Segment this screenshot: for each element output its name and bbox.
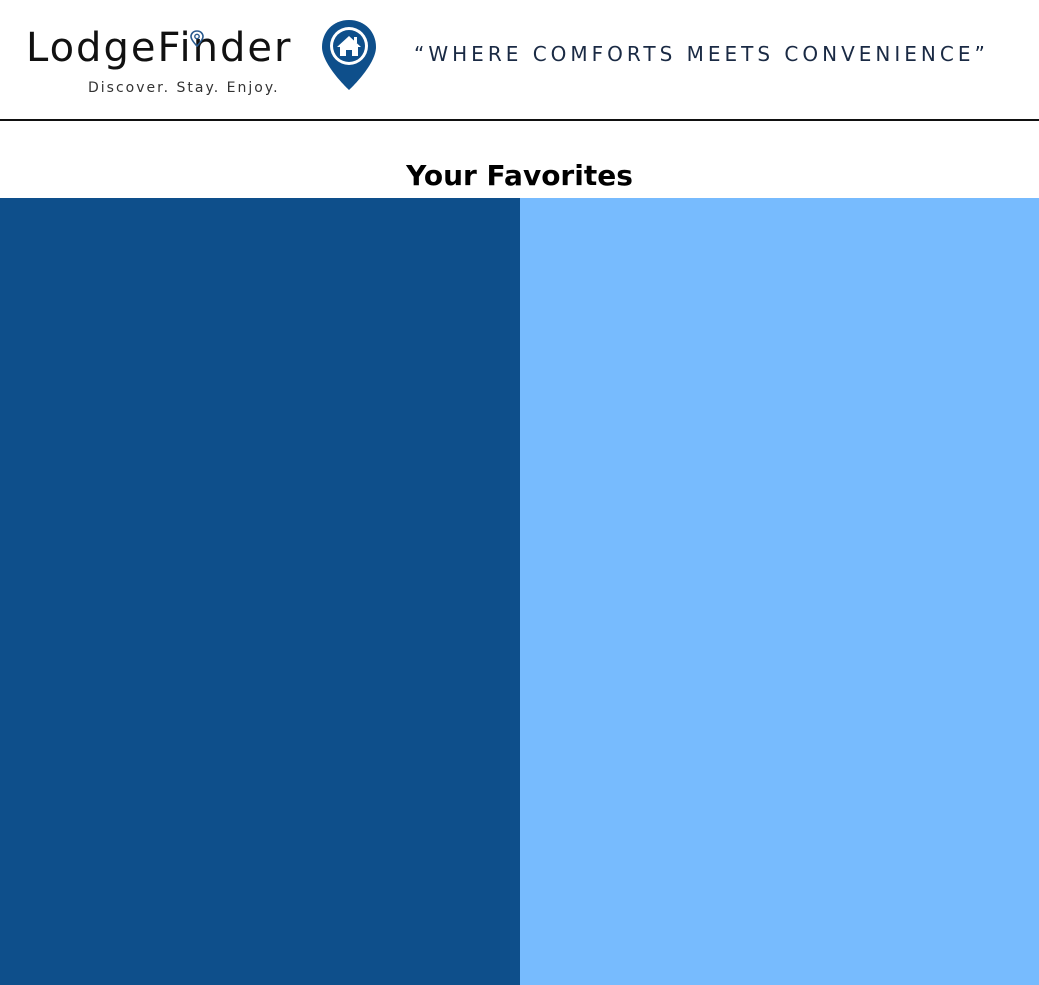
favorites-panels bbox=[0, 198, 1039, 985]
small-location-pin-icon bbox=[190, 30, 204, 48]
brand-logo[interactable]: LodgeFinder Discover. Stay. Enjoy. bbox=[26, 18, 386, 103]
house-location-pin-icon bbox=[322, 20, 376, 90]
brand-tagline: Discover. Stay. Enjoy. bbox=[88, 80, 280, 96]
top-header: LodgeFinder Discover. Stay. Enjoy. “WHER… bbox=[0, 0, 1039, 121]
page-title: Your Favorites bbox=[406, 158, 633, 192]
brand-name: LodgeFinder bbox=[26, 25, 293, 71]
header-slogan: “WHERE COMFORTS MEETS CONVENIENCE” bbox=[414, 42, 989, 66]
favorite-panel-left[interactable] bbox=[0, 198, 520, 985]
page: LodgeFinder Discover. Stay. Enjoy. “WHER… bbox=[0, 0, 1039, 985]
favorite-panel-right[interactable] bbox=[520, 198, 1039, 985]
